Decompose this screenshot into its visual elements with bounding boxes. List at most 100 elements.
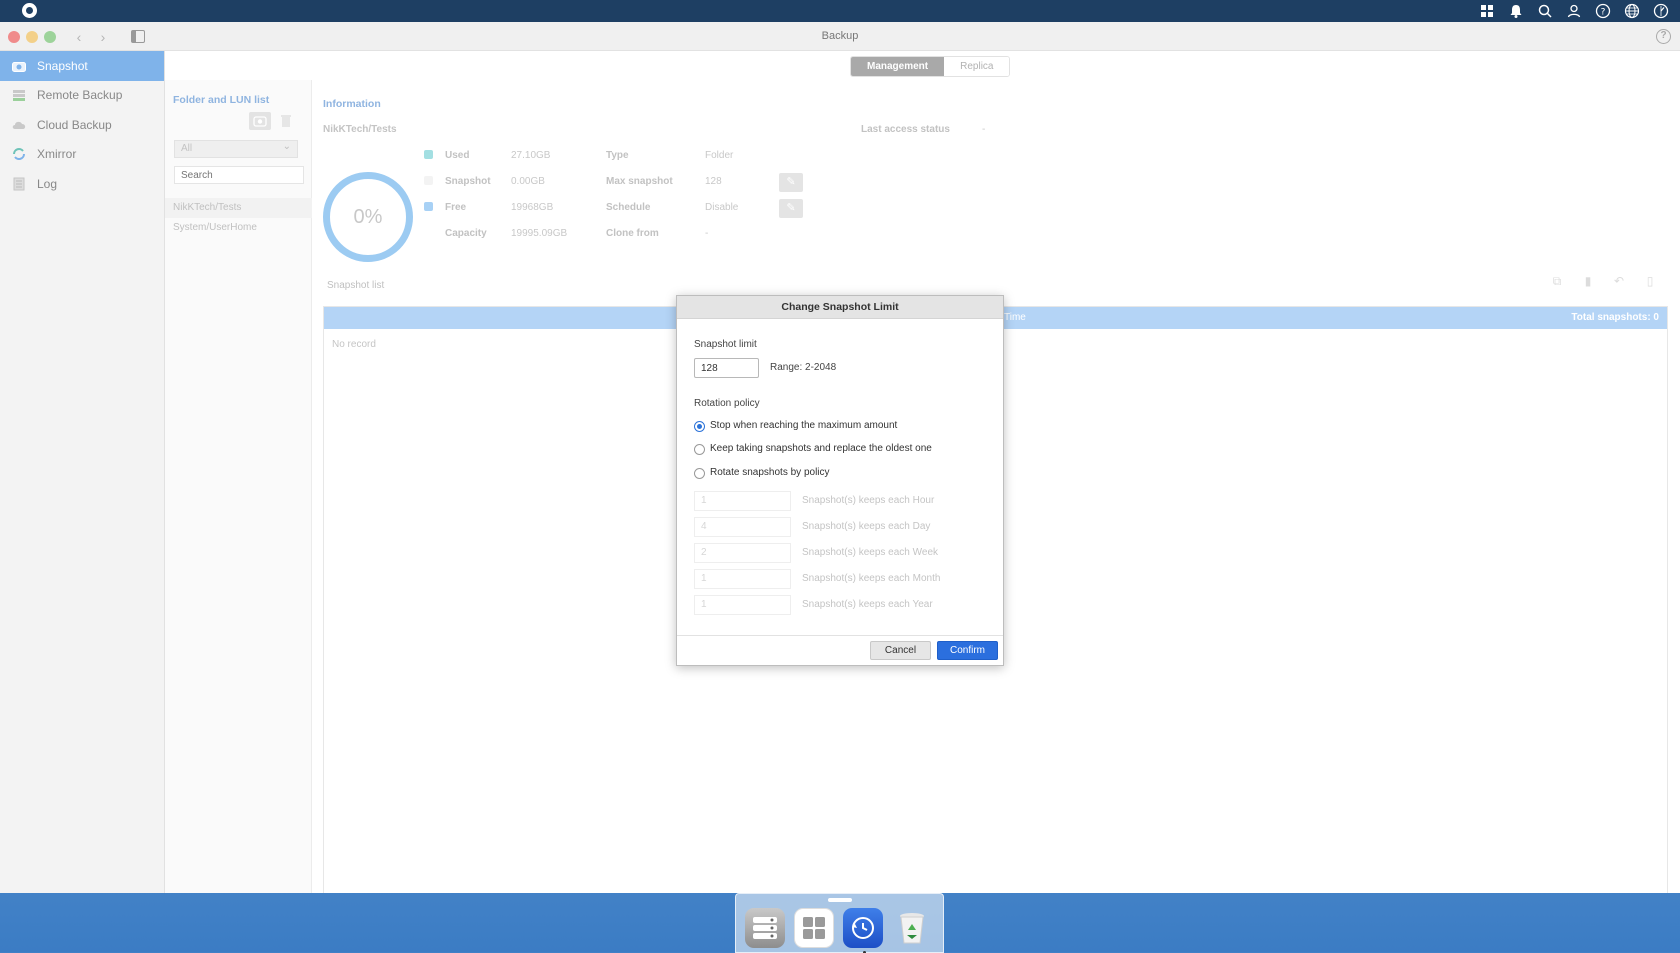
keep-year-input[interactable]: 1 [694, 595, 791, 615]
pencil-icon: ✎ [786, 176, 796, 188]
backup-app-window: ‹ › Backup ? Snapshot Remote Backup Clou… [0, 22, 1680, 893]
sidebar-item-label: Snapshot [37, 58, 88, 73]
pencil-icon: ✎ [786, 202, 796, 214]
delete-folder-button[interactable] [275, 112, 297, 130]
information-title: Information [323, 98, 381, 110]
keep-month-input[interactable]: 1 [694, 569, 791, 589]
capacity-value: 19995.09GB [511, 228, 568, 239]
change-snapshot-limit-dialog: Change Snapshot Limit Snapshot limit Ran… [676, 295, 1004, 666]
edit-schedule-button[interactable]: ✎ [779, 199, 803, 218]
folder-list-item[interactable]: NikKTech/Tests [165, 198, 312, 218]
keep-hour-input[interactable]: 1 [694, 491, 791, 511]
schedule-value: Disable [705, 202, 739, 213]
sidebar-item-log[interactable]: Log [0, 169, 164, 199]
free-label: Free [445, 202, 467, 213]
recycle-bin-icon [900, 913, 924, 944]
revert-snapshot-icon[interactable]: ↶ [1612, 274, 1626, 288]
usage-donut-chart: 0% [323, 172, 413, 262]
copy-snapshot-icon[interactable]: ⧉ [1550, 274, 1564, 288]
sidebar-item-xmirror[interactable]: Xmirror [0, 140, 164, 170]
app-grid-icon[interactable] [1478, 2, 1496, 20]
trash-icon [281, 115, 291, 127]
dock-app-center[interactable] [794, 908, 834, 948]
radio-stop-at-maximum-label[interactable]: Stop when reaching the maximum amount [710, 420, 897, 431]
clone-from-label: Clone from [606, 228, 659, 239]
snapshot-limit-label: Snapshot limit [694, 339, 757, 350]
tab-management[interactable]: Management [851, 57, 945, 76]
folder-filter-select[interactable]: All [174, 139, 298, 158]
radio-rotate-by-policy-label[interactable]: Rotate snapshots by policy [710, 467, 830, 478]
snapshot-limit-range: Range: 2-2048 [770, 362, 837, 373]
dock-handle[interactable] [828, 898, 852, 902]
dock-recycle-bin[interactable] [892, 908, 932, 948]
lock-snapshot-icon[interactable]: ▮ [1581, 274, 1595, 288]
empty-state-text: No record [332, 339, 376, 350]
used-value: 27.10GB [511, 150, 551, 161]
total-snapshots: Total snapshots: 0 [1571, 312, 1659, 323]
dock-storage-manager-app[interactable] [745, 908, 785, 948]
column-time[interactable]: Time [1004, 312, 1026, 323]
dialog-divider [677, 635, 1003, 636]
snapshot-legend-swatch [424, 176, 433, 185]
sidebar-item-label: Xmirror [37, 147, 77, 162]
sidebar: Snapshot Remote Backup Cloud Backup Xmir… [0, 51, 165, 893]
notification-bell-icon[interactable] [1507, 2, 1525, 20]
view-tabs: Management Replica [850, 56, 1011, 77]
confirm-button[interactable]: Confirm [937, 641, 998, 660]
max-snapshot-value: 128 [705, 176, 722, 187]
globe-icon[interactable] [1623, 2, 1641, 20]
keep-week-label: Snapshot(s) keeps each Week [802, 547, 939, 558]
keep-week-input[interactable]: 2 [694, 543, 791, 563]
sidebar-item-label: Cloud Backup [37, 117, 112, 132]
free-legend-swatch [424, 202, 433, 211]
snapshot-limit-input[interactable] [694, 358, 759, 378]
radio-rotate-by-policy[interactable] [694, 468, 705, 479]
document-icon [12, 177, 26, 191]
window-help-icon[interactable]: ? [1656, 29, 1671, 44]
used-label: Used [445, 150, 470, 161]
delete-snapshot-icon[interactable]: ▯ [1643, 274, 1657, 288]
keep-day-label: Snapshot(s) keeps each Day [802, 521, 931, 532]
capacity-label: Capacity [445, 228, 487, 239]
dialog-title: Change Snapshot Limit [677, 296, 1003, 319]
radio-replace-oldest-label[interactable]: Keep taking snapshots and replace the ol… [710, 443, 932, 454]
folder-lun-panel: Folder and LUN list All NikKTech/Tests S… [165, 80, 312, 893]
sidebar-item-snapshot[interactable]: Snapshot [0, 51, 164, 81]
storage-icon [753, 917, 777, 939]
dock-backup-app[interactable] [843, 908, 883, 948]
type-value: Folder [705, 150, 734, 161]
system-top-bar: ? [0, 0, 1680, 22]
tab-replica[interactable]: Replica [944, 57, 1010, 76]
edit-max-snapshot-button[interactable]: ✎ [779, 173, 803, 192]
last-access-label: Last access status [861, 124, 950, 135]
keep-day-input[interactable]: 4 [694, 517, 791, 537]
cancel-button[interactable]: Cancel [870, 641, 931, 660]
keep-year-label: Snapshot(s) keeps each Year [802, 599, 933, 610]
clone-from-value: - [705, 228, 709, 239]
folder-search-input[interactable] [174, 166, 304, 184]
backup-clock-icon [852, 917, 874, 939]
sidebar-item-cloud-backup[interactable]: Cloud Backup [0, 110, 164, 140]
last-access-value: - [982, 124, 986, 135]
qnap-logo-icon[interactable] [22, 3, 37, 18]
search-icon[interactable] [1536, 2, 1554, 20]
free-value: 19968GB [511, 202, 554, 213]
help-icon[interactable]: ? [1594, 2, 1612, 20]
sidebar-item-remote-backup[interactable]: Remote Backup [0, 81, 164, 111]
server-icon [12, 88, 26, 102]
grid-icon [803, 917, 825, 939]
window-title: Backup [821, 30, 859, 42]
dashboard-gauge-icon[interactable] [1652, 2, 1670, 20]
cloud-icon [12, 118, 26, 132]
snapshot-value: 0.00GB [511, 176, 545, 187]
user-icon[interactable] [1565, 2, 1583, 20]
snapshot-list-title: Snapshot list [327, 280, 385, 291]
radio-replace-oldest[interactable] [694, 444, 705, 455]
sidebar-item-label: Remote Backup [37, 88, 123, 103]
schedule-label: Schedule [606, 202, 651, 213]
folder-list-item[interactable]: System/UserHome [165, 218, 312, 238]
take-snapshot-button[interactable] [249, 112, 271, 130]
app-dock [735, 893, 944, 953]
radio-stop-at-maximum[interactable] [694, 421, 705, 432]
keep-hour-label: Snapshot(s) keeps each Hour [802, 495, 935, 506]
